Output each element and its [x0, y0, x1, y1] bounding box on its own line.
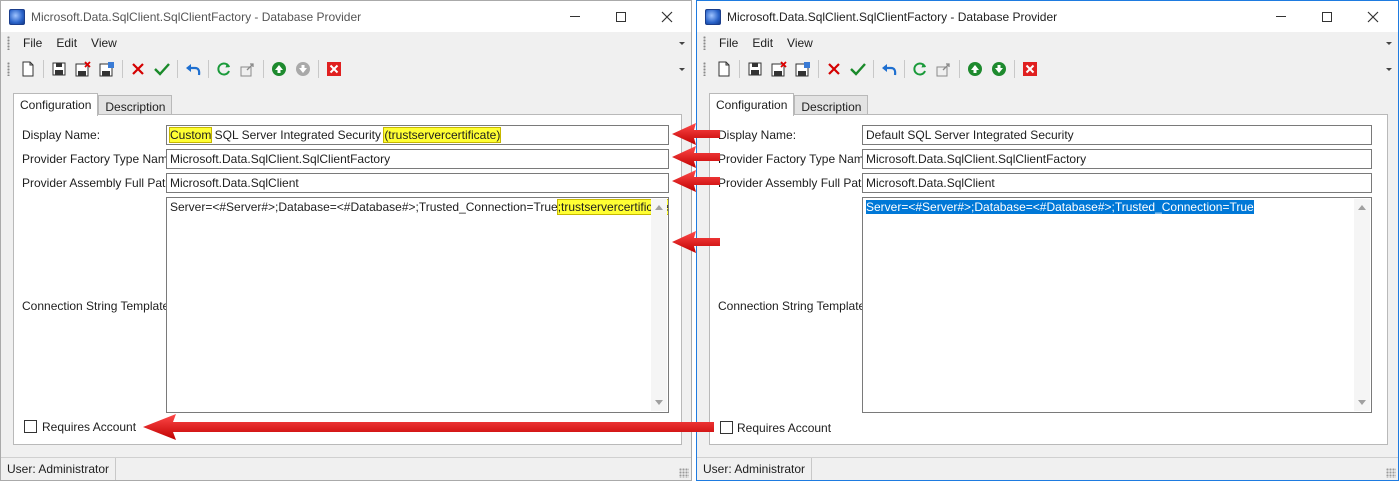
delete-icon[interactable] — [127, 58, 149, 80]
provider-factory-field[interactable]: Microsoft.Data.SqlClient.SqlClientFactor… — [862, 149, 1372, 169]
toolbar — [697, 56, 1398, 82]
assembly-path-field[interactable]: Microsoft.Data.SqlClient — [166, 173, 669, 193]
grip-icon — [7, 62, 10, 76]
close-red-icon[interactable] — [323, 58, 345, 80]
toolbar-overflow-icon[interactable] — [1386, 67, 1392, 71]
move-up-icon[interactable] — [268, 58, 290, 80]
undo-icon[interactable] — [878, 58, 900, 80]
new-icon[interactable] — [17, 58, 39, 80]
close-button[interactable] — [1350, 1, 1396, 32]
display-name-highlight-custom: Custom — [168, 127, 213, 143]
menu-bar: File Edit View — [1, 32, 691, 54]
provider-factory-label: Provider Factory Type Name: — [22, 152, 178, 166]
toolbar — [1, 56, 691, 82]
title-bar: Microsoft.Data.SqlClient.SqlClientFactor… — [1, 1, 691, 32]
undo-icon[interactable] — [182, 58, 204, 80]
status-user: User: Administrator — [697, 458, 813, 480]
requires-account-checkbox[interactable] — [24, 420, 37, 433]
scroll-up-icon[interactable] — [1358, 205, 1366, 210]
requires-account-label: Requires Account — [42, 420, 137, 434]
status-bar: User: Administrator — [697, 457, 1398, 480]
save-delete-icon[interactable] — [768, 58, 790, 80]
export-icon[interactable] — [933, 58, 955, 80]
menu-edit[interactable]: Edit — [49, 36, 84, 50]
left-window: Microsoft.Data.SqlClient.SqlClientFactor… — [0, 0, 692, 481]
provider-factory-label: Provider Factory Type Name: — [718, 152, 874, 166]
app-icon — [705, 8, 721, 25]
maximize-button[interactable] — [1304, 1, 1350, 32]
vertical-scrollbar[interactable] — [651, 199, 667, 411]
display-name-highlight-trust: (trustservercertificate) — [383, 127, 502, 143]
assembly-path-label: Provider Assembly Full Path: — [22, 176, 176, 190]
accept-icon[interactable] — [151, 58, 173, 80]
move-down-icon[interactable] — [292, 58, 314, 80]
connection-string-label: Connection String Template: — [718, 299, 869, 313]
display-name-label: Display Name: — [718, 128, 797, 142]
scroll-up-icon[interactable] — [655, 205, 663, 210]
requires-account-checkbox[interactable] — [720, 421, 733, 434]
connection-string-label: Connection String Template: — [22, 299, 173, 313]
close-red-icon[interactable] — [1019, 58, 1041, 80]
grip-icon — [703, 36, 706, 50]
scroll-down-icon[interactable] — [1358, 400, 1366, 405]
connection-string-textarea[interactable]: Server=<#Server#>;Database=<#Database#>;… — [166, 197, 669, 413]
menu-view[interactable]: View — [84, 36, 124, 50]
menu-overflow-icon[interactable] — [679, 41, 685, 45]
display-name-text: SQL Server Integrated Security — [211, 128, 385, 142]
delete-icon[interactable] — [823, 58, 845, 80]
menu-overflow-icon[interactable] — [1386, 41, 1392, 45]
save-delete-icon[interactable] — [72, 58, 94, 80]
grip-icon — [7, 36, 10, 50]
save-copy-icon[interactable] — [792, 58, 814, 80]
status-user: User: Administrator — [1, 458, 117, 480]
accept-icon[interactable] — [847, 58, 869, 80]
tab-strip: Configuration Description — [13, 93, 173, 117]
tab-configuration[interactable]: Configuration — [709, 93, 795, 116]
tab-strip: Configuration Description — [709, 93, 869, 117]
window-title: Microsoft.Data.SqlClient.SqlClientFactor… — [31, 9, 362, 24]
grip-icon — [703, 62, 706, 76]
new-icon[interactable] — [713, 58, 735, 80]
vertical-scrollbar[interactable] — [1354, 199, 1370, 411]
menu-view[interactable]: View — [780, 36, 820, 50]
app-icon — [9, 8, 25, 25]
connection-string-selected-text: Server=<#Server#>;Database=<#Database#>;… — [866, 200, 1254, 214]
move-up-icon[interactable] — [964, 58, 986, 80]
right-window: Microsoft.Data.SqlClient.SqlClientFactor… — [696, 0, 1399, 481]
save-copy-icon[interactable] — [96, 58, 118, 80]
resize-grip-icon[interactable] — [1386, 468, 1396, 478]
menu-file[interactable]: File — [712, 36, 745, 50]
provider-factory-field[interactable]: Microsoft.Data.SqlClient.SqlClientFactor… — [166, 149, 669, 169]
tab-configuration[interactable]: Configuration — [13, 93, 99, 116]
connection-string-text: Server=<#Server#>;Database=<#Database#>;… — [170, 200, 558, 214]
menu-edit[interactable]: Edit — [745, 36, 780, 50]
menu-file[interactable]: File — [16, 36, 49, 50]
resize-grip-icon[interactable] — [679, 468, 689, 478]
refresh-icon[interactable] — [213, 58, 235, 80]
assembly-path-field[interactable]: Microsoft.Data.SqlClient — [862, 173, 1372, 193]
save-icon[interactable] — [744, 58, 766, 80]
connection-string-textarea[interactable]: Server=<#Server#>;Database=<#Database#>;… — [862, 197, 1372, 413]
maximize-button[interactable] — [598, 1, 644, 32]
requires-account-label: Requires Account — [737, 421, 832, 435]
export-icon[interactable] — [237, 58, 259, 80]
toolbar-overflow-icon[interactable] — [679, 67, 685, 71]
refresh-icon[interactable] — [909, 58, 931, 80]
status-bar: User: Administrator — [1, 457, 691, 480]
display-name-label: Display Name: — [22, 128, 101, 142]
minimize-button[interactable] — [1258, 1, 1304, 32]
minimize-button[interactable] — [552, 1, 598, 32]
display-name-field[interactable]: Default SQL Server Integrated Security — [862, 125, 1372, 145]
title-bar: Microsoft.Data.SqlClient.SqlClientFactor… — [697, 1, 1398, 32]
window-title: Microsoft.Data.SqlClient.SqlClientFactor… — [727, 9, 1058, 24]
assembly-path-label: Provider Assembly Full Path: — [718, 176, 872, 190]
save-icon[interactable] — [48, 58, 70, 80]
menu-bar: File Edit View — [697, 32, 1398, 54]
move-down-icon[interactable] — [988, 58, 1010, 80]
close-button[interactable] — [644, 1, 690, 32]
scroll-down-icon[interactable] — [655, 400, 663, 405]
display-name-field[interactable]: Custom SQL Server Integrated Security (t… — [166, 125, 669, 145]
